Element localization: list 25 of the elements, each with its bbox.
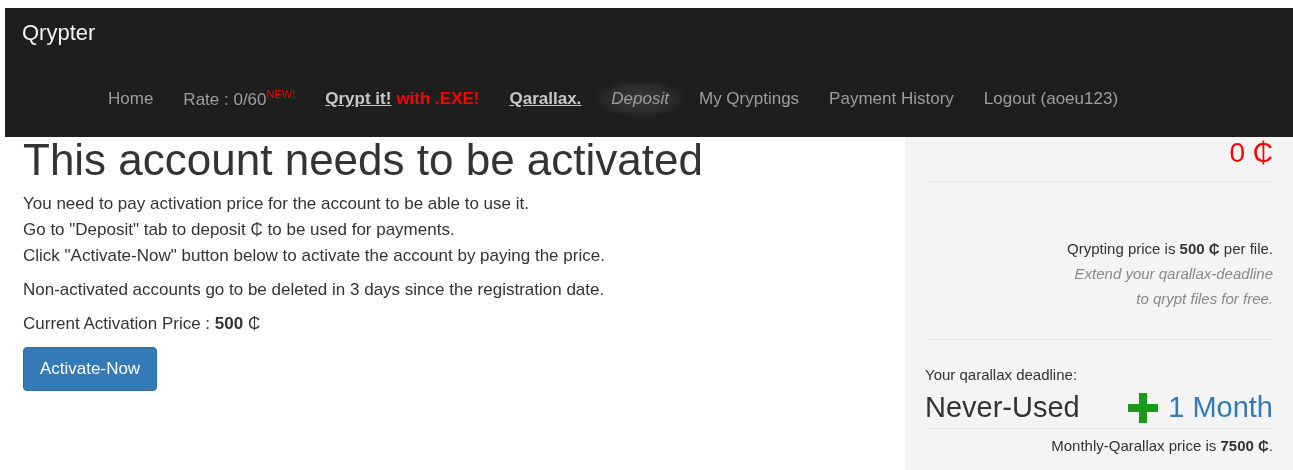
page-heading: This account needs to be activated [23, 137, 704, 183]
extend-link[interactable]: 1 Month [1128, 391, 1273, 424]
nav-link[interactable]: Deposit [596, 80, 684, 117]
balance-amount: 0 ₵ [1229, 137, 1273, 169]
nav-link[interactable]: My Qryptings [683, 80, 815, 117]
plus-icon [1128, 392, 1159, 423]
exe-label: with .EXE! [396, 87, 481, 110]
monthly-price-note: Monthly-Qarallax price is 7500 ₵. [1051, 436, 1273, 456]
hint-text: Extend your qarallax-deadline [1074, 264, 1273, 284]
body-text: Non-activated accounts go to be deleted in 3 days since the registration date. [23, 280, 605, 299]
hint-text: to qrypt files for free. [1136, 289, 1273, 309]
nav-link[interactable]: Payment History [814, 80, 969, 117]
body-text: Click "Activate-Now" button below to activate the account by paying the price. [23, 246, 605, 265]
body-text: Go to "Deposit" tab to deposit ₵ to be used for payments. [23, 220, 455, 239]
nav-link[interactable]: Home [93, 80, 169, 117]
body-text: Current Activation Price : 500 ₵ [23, 314, 261, 333]
deadline-label: Your qarallax deadline: [925, 366, 1078, 383]
nav-link[interactable]: Logout (aoeu123) [968, 80, 1134, 117]
activate-button[interactable]: Activate-Now [23, 347, 158, 391]
price-note: Qrypting price is 500 ₵ per file. [1067, 239, 1273, 259]
brand-name: Qrypter [22, 20, 96, 46]
deadline-value: Never-Used [925, 391, 1080, 424]
nav-link[interactable]: Qarallax. [494, 80, 597, 117]
nav-link[interactable]: Rate : 0/60$^{NEW!}$ [168, 80, 311, 118]
body-text: You need to pay activation price for the account to be able to use it. [23, 194, 529, 213]
